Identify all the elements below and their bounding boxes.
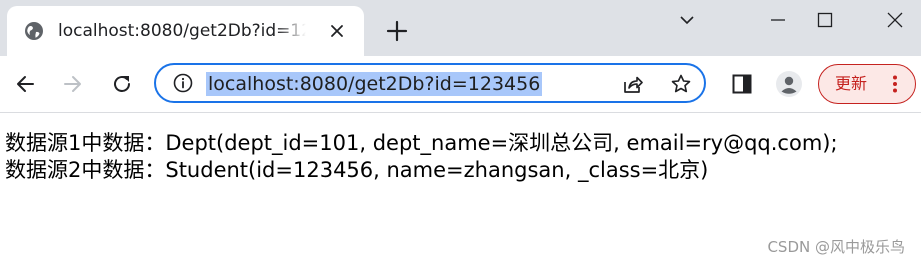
tab-strip: localhost:8080/get2Db?id=123456 — [0, 0, 921, 56]
reload-icon — [114, 76, 130, 92]
datasource-2-line: 数据源2中数据：Student(id=123456, name=zhangsan… — [5, 158, 709, 182]
new-tab-plus-icon[interactable] — [386, 20, 408, 42]
page-content: 数据源1中数据：Dept(dept_id=101, dept_name=深圳总公… — [5, 130, 838, 184]
star-icon[interactable] — [670, 73, 692, 95]
chevron-down-icon — [680, 16, 694, 25]
browser-toolbar: localhost:8080/get2Db?id=123456 更新 — [0, 56, 921, 113]
tab-search-button[interactable] — [664, 6, 710, 34]
kebab-menu-icon — [893, 75, 897, 93]
url-text[interactable]: localhost:8080/get2Db?id=123456 — [206, 72, 543, 96]
datasource-1-line: 数据源1中数据：Dept(dept_id=101, dept_name=深圳总公… — [5, 131, 838, 155]
close-icon[interactable] — [329, 23, 345, 39]
maximize-button[interactable] — [802, 6, 848, 34]
maximize-icon — [817, 12, 833, 28]
tab-title: localhost:8080/get2Db?id=123456 — [58, 21, 306, 41]
profile-button[interactable] — [776, 71, 802, 97]
address-bar[interactable]: localhost:8080/get2Db?id=123456 — [154, 63, 706, 103]
arrow-right-icon — [64, 76, 81, 92]
update-button-label: 更新 — [835, 74, 868, 93]
share-icon[interactable] — [622, 73, 644, 95]
globe-icon — [25, 22, 43, 40]
close-icon — [887, 12, 903, 28]
minimize-icon — [771, 19, 785, 21]
update-button[interactable]: 更新 — [818, 64, 916, 104]
forward-button[interactable] — [58, 69, 88, 99]
info-icon[interactable] — [173, 73, 193, 93]
back-button[interactable] — [10, 69, 40, 99]
minimize-button[interactable] — [755, 6, 801, 34]
browser-tab[interactable]: localhost:8080/get2Db?id=123456 — [7, 6, 364, 56]
arrow-left-icon — [17, 76, 34, 92]
avatar-icon — [776, 71, 802, 97]
window-close-button[interactable] — [872, 6, 918, 34]
side-panel-icon — [732, 74, 752, 94]
side-panel-button[interactable] — [729, 71, 755, 97]
reload-button[interactable] — [107, 69, 137, 99]
watermark: CSDN @风中极乐鸟 — [767, 238, 905, 256]
